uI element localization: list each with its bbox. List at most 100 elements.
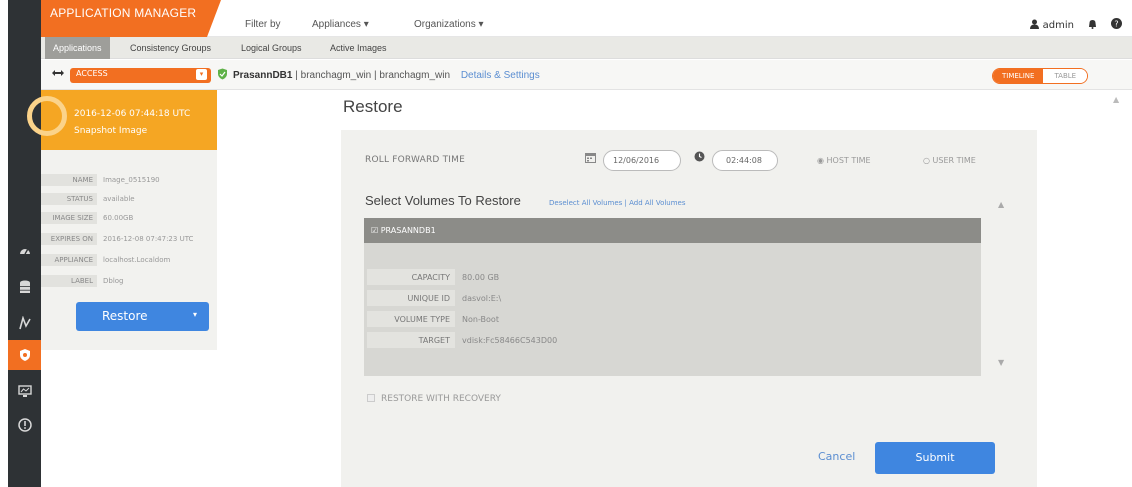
host-name-2: branchagm_win xyxy=(379,70,451,81)
application-bar: ACCESS ▾ PrasannDB1 | branchagm_win | br… xyxy=(41,60,1132,90)
dashboard-icon[interactable] xyxy=(8,236,41,266)
workflow-icon[interactable] xyxy=(8,308,41,338)
volume-field-unique-id: UNIQUE ID dasvol:E:\ xyxy=(367,290,617,306)
add-all-link[interactable]: Add All Volumes xyxy=(629,199,685,207)
volume-field-capacity: CAPACITY 80.00 GB xyxy=(367,269,617,285)
user-icon xyxy=(1030,19,1040,29)
user-area: admin ? xyxy=(1030,18,1122,32)
snapshot-date: 2016-12-06 07:44:18 UTC xyxy=(74,109,191,119)
chevron-down-icon[interactable]: ▾ xyxy=(193,310,197,319)
volume-field-target: TARGET vdisk:Fc58466C543D00 xyxy=(367,332,617,348)
field-value: Image_0515190 xyxy=(103,176,160,184)
user-menu[interactable]: admin xyxy=(1030,19,1074,31)
breadcrumb-separator: | xyxy=(374,70,377,81)
tab-consistency-groups[interactable]: Consistency Groups xyxy=(130,37,211,59)
field-key: NAME xyxy=(41,174,97,186)
roll-forward-label: ROLL FORWARD TIME xyxy=(365,155,465,165)
help-icon[interactable]: ? xyxy=(1111,18,1122,32)
volume-name: PRASANNDB1 xyxy=(380,226,436,235)
shield-icon[interactable] xyxy=(8,340,41,370)
field-value: 2016-12-08 07:47:23 UTC xyxy=(103,235,194,243)
app-window: APPLICATION MANAGER Filter by Appliances… xyxy=(0,0,1132,487)
field-value: 80.00 GB xyxy=(462,273,500,282)
field-key: STATUS xyxy=(41,193,97,205)
field-value: Non-Boot xyxy=(462,315,499,324)
select-volumes-title: Select Volumes To Restore xyxy=(365,193,521,208)
app-brand[interactable]: APPLICATION MANAGER xyxy=(41,0,207,37)
field-key: VOLUME TYPE xyxy=(367,311,455,327)
submit-button[interactable]: Submit xyxy=(875,442,995,474)
app-name[interactable]: PrasannDB1 xyxy=(233,70,292,81)
bell-icon[interactable] xyxy=(1088,19,1097,32)
recovery-label: RESTORE WITH RECOVERY xyxy=(381,394,501,404)
field-value: Dblog xyxy=(103,277,124,285)
checkbox-icon[interactable] xyxy=(367,394,375,402)
calendar-icon[interactable] xyxy=(585,152,596,166)
sub-nav: Applications Consistency Groups Logical … xyxy=(41,37,1132,59)
appliances-filter[interactable]: Appliances ▾ xyxy=(312,19,369,30)
field-key: EXPIRES ON xyxy=(41,233,97,245)
deselect-all-link[interactable]: Deselect All Volumes xyxy=(549,199,622,207)
roll-forward-date-input[interactable]: 12/06/2016 xyxy=(603,150,681,171)
snapshot-header: 2016-12-06 07:44:18 UTC Snapshot Image xyxy=(27,90,217,150)
volumes-scroll-down-icon[interactable]: ▼ xyxy=(998,358,1004,367)
brand-notch xyxy=(207,0,221,37)
database-icon[interactable] xyxy=(8,272,41,302)
host-name-1: branchagm_win xyxy=(300,70,372,81)
field-value: dasvol:E:\ xyxy=(462,294,502,303)
info-icon[interactable] xyxy=(8,410,41,440)
breadcrumb-separator: | xyxy=(295,70,298,81)
host-time-label: HOST TIME xyxy=(826,156,871,165)
field-value: available xyxy=(103,195,135,203)
app-status-shield-icon xyxy=(217,68,228,83)
field-value: 60.00GB xyxy=(103,214,134,222)
details-settings-link[interactable]: Details & Settings xyxy=(461,70,540,81)
roll-forward-time-input[interactable]: 02:44:08 xyxy=(712,150,778,171)
field-key: TARGET xyxy=(367,332,455,348)
snapshot-kind: Snapshot Image xyxy=(74,126,148,136)
tab-applications[interactable]: Applications xyxy=(45,37,110,59)
user-time-radio[interactable]: ○ USER TIME xyxy=(923,156,976,165)
clock-icon[interactable] xyxy=(694,151,705,165)
link-separator: | xyxy=(624,199,627,207)
volume-links: Deselect All Volumes | Add All Volumes xyxy=(549,199,686,207)
field-key: IMAGE SIZE xyxy=(41,212,97,224)
snapshot-ring-icon xyxy=(27,96,67,136)
snapshot-card: 2016-12-06 07:44:18 UTC Snapshot Image N… xyxy=(27,90,217,350)
access-select[interactable]: ACCESS ▾ xyxy=(70,68,211,83)
top-bar: APPLICATION MANAGER Filter by Appliances… xyxy=(41,0,1132,37)
restore-button[interactable]: Restore ▾ xyxy=(76,302,209,331)
page-title: Restore xyxy=(343,97,403,116)
left-edge xyxy=(0,0,8,487)
table-view-button[interactable]: TABLE xyxy=(1043,69,1088,83)
tab-active-images[interactable]: Active Images xyxy=(330,37,387,59)
timeline-view-button[interactable]: TIMELINE xyxy=(993,69,1044,83)
volumes-scroll-up-icon[interactable]: ▲ xyxy=(998,200,1004,209)
svg-text:?: ? xyxy=(1114,19,1118,28)
field-key: LABEL xyxy=(41,275,97,287)
volume-field-type: VOLUME TYPE Non-Boot xyxy=(367,311,617,327)
volume-card: ☑ PRASANNDB1 CAPACITY 80.00 GB UNIQUE ID… xyxy=(364,218,981,376)
monitor-icon[interactable] xyxy=(8,376,41,406)
restore-button-label: Restore xyxy=(102,309,148,323)
field-value: localhost.Localdom xyxy=(103,256,171,264)
view-toggle: TIMELINE TABLE xyxy=(992,68,1089,84)
swap-icon[interactable] xyxy=(51,67,65,82)
user-name: admin xyxy=(1042,20,1074,31)
chevron-down-icon: ▾ xyxy=(196,69,207,80)
field-value: vdisk:Fc58466C543D00 xyxy=(462,336,558,345)
restore-panel: ROLL FORWARD TIME 12/06/2016 02:44:08 ◉ … xyxy=(341,130,1037,487)
access-label: ACCESS xyxy=(76,69,108,78)
host-time-radio[interactable]: ◉ HOST TIME xyxy=(817,156,871,165)
field-key: CAPACITY xyxy=(367,269,455,285)
tab-logical-groups[interactable]: Logical Groups xyxy=(241,37,302,59)
restore-with-recovery-checkbox[interactable]: RESTORE WITH RECOVERY xyxy=(367,394,501,404)
cancel-button[interactable]: Cancel xyxy=(818,450,855,463)
scroll-up-icon[interactable]: ▲ xyxy=(1113,95,1119,104)
app-breadcrumb: PrasannDB1 | branchagm_win | branchagm_w… xyxy=(233,70,540,81)
field-key: UNIQUE ID xyxy=(367,290,455,306)
volume-header[interactable]: ☑ PRASANNDB1 xyxy=(364,218,981,243)
user-time-label: USER TIME xyxy=(932,156,976,165)
volume-checkbox[interactable]: ☑ xyxy=(371,226,378,235)
organizations-filter[interactable]: Organizations ▾ xyxy=(414,19,484,30)
